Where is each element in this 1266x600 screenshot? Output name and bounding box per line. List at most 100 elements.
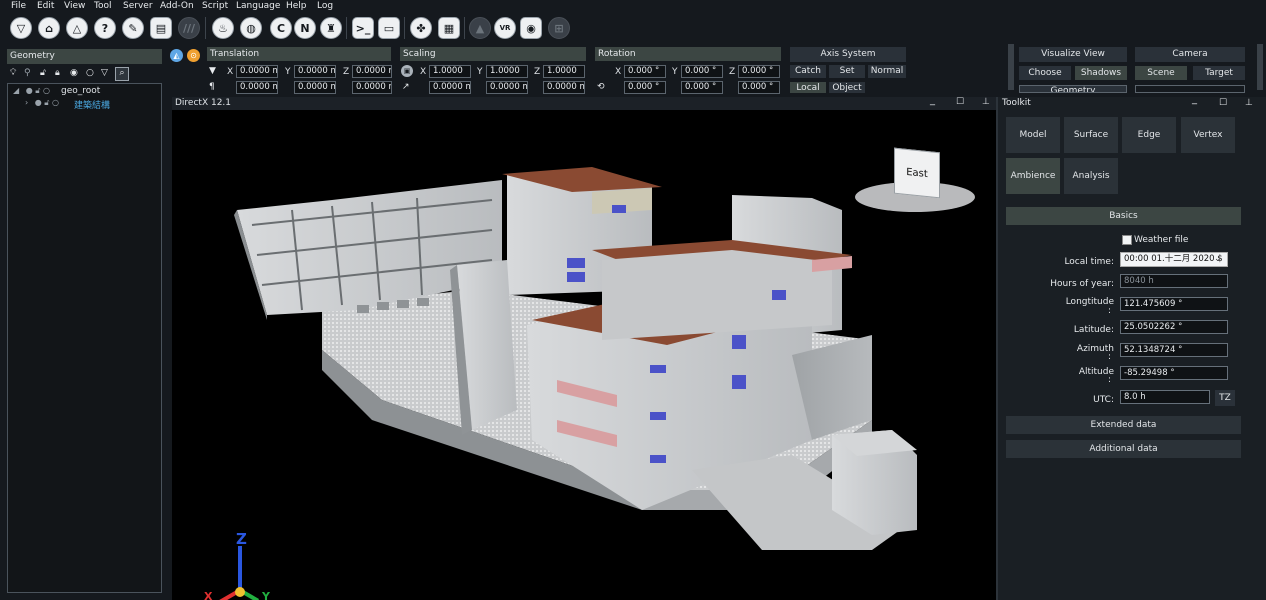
rotate-icon[interactable]: ⟲ [597, 82, 605, 92]
unlock-icon[interactable]: 🔓︎ [44, 98, 49, 107]
tree-row-root[interactable]: ◢ ● 🔓︎ ○ [13, 86, 50, 96]
splitter-left[interactable] [165, 97, 170, 600]
splitter-right[interactable] [996, 97, 998, 600]
tz-button[interactable]: TZ [1215, 390, 1235, 406]
toolkit-pin-icon[interactable]: ⊥ [1245, 98, 1253, 108]
set-button[interactable]: Set [829, 65, 865, 78]
home-icon[interactable]: ⌂ [38, 17, 60, 39]
zoom-select-icon[interactable]: ⌕ [115, 67, 129, 81]
camera-extra-field[interactable] [1135, 85, 1245, 93]
weather-file-checkbox[interactable] [1122, 235, 1132, 245]
tab-surface[interactable]: Surface [1064, 117, 1118, 153]
menu-edit[interactable]: Edit [37, 1, 54, 11]
collapse-arrow-icon[interactable]: ◢ [13, 86, 19, 95]
menu-server[interactable]: Server [123, 1, 153, 11]
translation-z2-field[interactable]: 0.0000 m [352, 81, 392, 94]
pencil-ruler-icon[interactable]: ✎ [122, 17, 144, 39]
toolkit-minimize-icon[interactable]: _ [1192, 94, 1197, 105]
local-button[interactable]: Local [790, 82, 826, 93]
choose-button[interactable]: Choose [1019, 66, 1071, 80]
toolbar-scrollbar-right[interactable] [1257, 44, 1263, 90]
pin-icon[interactable]: ⊥ [982, 97, 990, 107]
scaling-x-field[interactable]: 1.0000 [429, 65, 471, 78]
measure-icon[interactable]: ◭ [170, 49, 183, 62]
azimuth-field[interactable]: 52.1348724 ° [1120, 343, 1228, 357]
menu-script[interactable]: Script [202, 1, 228, 11]
tab-model[interactable]: Model [1006, 117, 1060, 153]
pin-icon[interactable]: ¶ [209, 82, 215, 92]
utc-field[interactable]: 8.0 h [1120, 390, 1210, 404]
scaling-y-field[interactable]: 1.0000 [486, 65, 528, 78]
translation-x2-field[interactable]: 0.0000 m [236, 81, 278, 94]
extended-data-section[interactable]: Extended data [1006, 416, 1241, 434]
bulb-icon[interactable]: 💡︎ [10, 68, 16, 78]
menu-add-on[interactable]: Add-On [160, 1, 194, 11]
window-icon[interactable]: ▭ [378, 17, 400, 39]
toolbar-scrollbar[interactable] [1008, 44, 1014, 90]
nav-cube[interactable]: East [894, 147, 940, 199]
menu-tool[interactable]: Tool [94, 1, 111, 11]
translation-x-field[interactable]: 0.0000 m [236, 65, 278, 78]
radio-off-icon[interactable]: ○ [52, 98, 59, 107]
scene-button[interactable]: Scene [1135, 66, 1187, 80]
object-button[interactable]: Object [829, 82, 865, 93]
translation-y2-field[interactable]: 0.0000 m [294, 81, 336, 94]
toolkit-maximize-icon[interactable]: ☐ [1219, 98, 1227, 108]
scaling-z2-field[interactable]: 0.0000 m [543, 81, 585, 94]
document-icon[interactable]: ▤ [150, 17, 172, 39]
bulb-icon[interactable]: ● [26, 86, 33, 95]
rotation-x2-field[interactable]: 0.000 ° [624, 81, 666, 94]
rotation-z2-field[interactable]: 0.000 ° [738, 81, 780, 94]
hours-of-year-field[interactable]: 8040 h [1120, 274, 1228, 288]
funnel-icon[interactable]: ▼ [209, 66, 216, 76]
scale-lock-icon[interactable]: ▣ [401, 65, 413, 77]
radio-off-icon[interactable]: ○ [43, 86, 50, 95]
additional-data-section[interactable]: Additional data [1006, 440, 1241, 458]
unlock-icon[interactable]: 🔓︎ [40, 68, 46, 78]
globe-icon[interactable]: ◍ [240, 17, 262, 39]
figure-icon[interactable]: ✤ [410, 17, 432, 39]
tree-row-child[interactable]: › ● 🔓︎ ○ [25, 98, 59, 108]
local-time-select[interactable]: 00:00 01.十二月 2020 $ [1120, 252, 1228, 267]
longitude-field[interactable]: 121.475609 ° [1120, 297, 1228, 311]
tree-label-geo-root[interactable]: geo_root [61, 86, 100, 96]
unlock-icon[interactable]: 🔓︎ [35, 86, 40, 95]
altitude-field[interactable]: -85.29498 ° [1120, 366, 1228, 380]
console-icon[interactable]: >_ [352, 17, 374, 39]
radio-on-icon[interactable]: ◉ [70, 68, 78, 78]
translation-z-field[interactable]: 0.0000 m [352, 65, 392, 78]
house-outline-icon[interactable]: △ [66, 17, 88, 39]
scaling-z-field[interactable]: 1.0000 [543, 65, 585, 78]
lock-icon[interactable]: 🔒︎ [55, 68, 60, 78]
basics-section-header[interactable]: Basics [1006, 207, 1241, 225]
translation-y-field[interactable]: 0.0000 m [294, 65, 336, 78]
menu-view[interactable]: View [64, 1, 85, 11]
normal-button[interactable]: Normal [868, 65, 906, 78]
lock-orange-icon[interactable]: ⊙ [187, 49, 200, 62]
expand-arrow-icon[interactable]: › [25, 98, 28, 107]
geometry-cut-button[interactable]: Geometry [1019, 85, 1127, 93]
scaling-x2-field[interactable]: 0.0000 m [429, 81, 471, 94]
menu-help[interactable]: Help [286, 1, 307, 11]
scale-arrow-icon[interactable]: ↗ [402, 82, 410, 92]
menu-log[interactable]: Log [317, 1, 333, 11]
scaling-y2-field[interactable]: 0.0000 m [486, 81, 528, 94]
menu-language[interactable]: Language [236, 1, 280, 11]
shadows-button[interactable]: Shadows [1075, 66, 1127, 80]
cup-icon[interactable]: ▽ [101, 68, 108, 78]
tab-ambience[interactable]: Ambience [1006, 158, 1060, 194]
rotation-x-field[interactable]: 0.000 ° [624, 65, 666, 78]
camera-icon[interactable]: ◉ [520, 17, 542, 39]
tree-label-building-structure[interactable]: 建築結構 [74, 98, 110, 111]
latitude-field[interactable]: 25.0502262 ° [1120, 320, 1228, 334]
minimize-icon[interactable]: _ [930, 95, 935, 106]
bulb-off-icon[interactable]: ⚲ [24, 68, 31, 78]
grid-icon[interactable]: ▦ [438, 17, 460, 39]
tab-vertex[interactable]: Vertex [1181, 117, 1235, 153]
menu-file[interactable]: File [11, 1, 26, 11]
brush-icon[interactable]: ♜ [320, 17, 342, 39]
chevron-down-icon[interactable]: ⌄ [1214, 254, 1222, 264]
fire-icon[interactable]: ♨ [212, 17, 234, 39]
rotation-z-field[interactable]: 0.000 ° [738, 65, 780, 78]
radio-off-icon[interactable]: ○ [86, 68, 94, 78]
